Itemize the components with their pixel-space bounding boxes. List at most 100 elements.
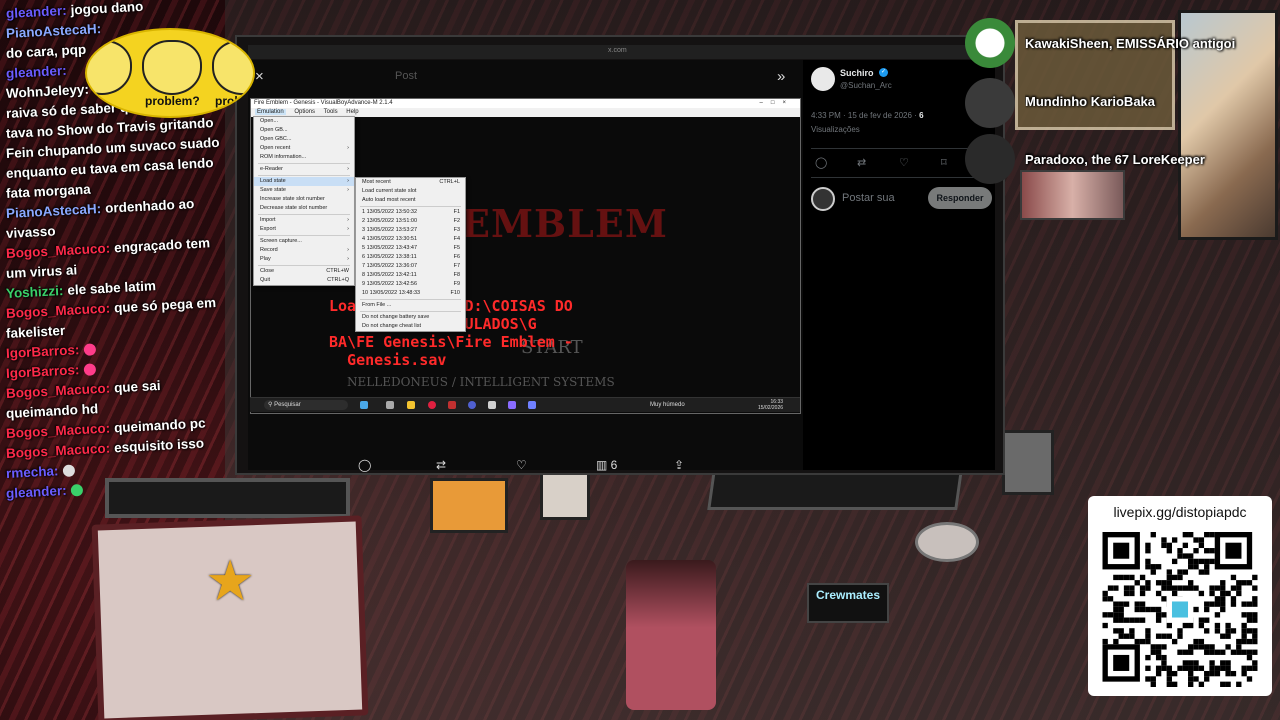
taskbar-search[interactable]: ⚲ Pesquisar	[264, 400, 348, 410]
menu-separator	[360, 299, 461, 300]
bookmark-icon[interactable]: ⌑	[941, 156, 947, 169]
menu-item[interactable]: From File ...	[356, 301, 465, 310]
menu-item[interactable]: Most recent CTRL+L	[356, 178, 465, 187]
menu-item[interactable]: Open...	[254, 117, 354, 126]
avatar[interactable]	[811, 67, 835, 91]
chat-username[interactable]: Bogos_Macuco:	[6, 241, 111, 261]
app-icon-discord[interactable]	[468, 401, 476, 409]
menu-item-shortcut: F4	[453, 236, 460, 242]
retweet-icon[interactable]: ⇄	[436, 458, 446, 472]
share-icon[interactable]: ⇪	[674, 458, 684, 472]
expand-icon[interactable]: »	[777, 68, 785, 85]
menu-item[interactable]: Open GB...	[254, 126, 354, 135]
menu-options[interactable]: Options	[294, 109, 315, 115]
chat-username[interactable]: Bogos_Macuco:	[6, 381, 111, 401]
chat-username[interactable]: Bogos_Macuco:	[6, 441, 111, 461]
menu-item[interactable]: 2 13/05/2022 13:51:00 F2	[356, 217, 465, 226]
app-icon-twitch[interactable]	[508, 401, 516, 409]
chat-username[interactable]: gleander:	[6, 63, 67, 81]
close-icon[interactable]: ×	[255, 68, 264, 85]
menu-item[interactable]: 5 13/05/2022 13:43:47 F5	[356, 244, 465, 253]
chat-username[interactable]: IgorBarros:	[6, 342, 80, 361]
reply-input[interactable]: Postar sua	[842, 192, 895, 204]
menu-tools[interactable]: Tools	[324, 109, 338, 115]
menu-item-label: ROM information...	[260, 154, 307, 160]
menu-item[interactable]: 10 13/05/2022 13:48:33 F10	[356, 289, 465, 298]
menu-item-shortcut: F8	[453, 272, 460, 278]
emote-icon	[70, 484, 83, 498]
menu-item[interactable]: Close CTRL+W	[254, 267, 354, 276]
reply-button[interactable]: Responder	[928, 187, 992, 209]
app-icon-cloud[interactable]	[488, 401, 496, 409]
chat-username[interactable]: Bogos_Macuco:	[6, 301, 111, 321]
menu-item[interactable]: Record ›	[254, 246, 354, 255]
tweet-author-name[interactable]: Suchiro	[840, 68, 874, 78]
taskbar-weather[interactable]: Muy húmedo	[650, 402, 685, 408]
menu-item[interactable]: Quit CTRL+Q	[254, 276, 354, 285]
menu-item[interactable]: 3 13/05/2022 13:53:27 F3	[356, 226, 465, 235]
chat-username[interactable]: PianoAstecaH:	[6, 21, 102, 41]
menu-item[interactable]: 6 13/05/2022 13:38:11 F6	[356, 253, 465, 262]
menu-separator	[360, 206, 461, 207]
like-icon[interactable]: ♡	[516, 458, 527, 472]
menu-item-label: 8 13/05/2022 13:42:11	[362, 272, 417, 278]
retweet-icon[interactable]: ⇄	[857, 156, 866, 169]
menu-item-label: Export	[260, 226, 276, 232]
menu-item[interactable]: Load current state slot	[356, 187, 465, 196]
menu-item[interactable]: 8 13/05/2022 13:42:11 F8	[356, 271, 465, 280]
chat-username[interactable]: Bogos_Macuco:	[6, 421, 111, 441]
tweet-author-handle[interactable]: @Suchan_Arc	[840, 81, 892, 90]
menu-help[interactable]: Help	[346, 109, 358, 115]
chat-username[interactable]: WohnJeleyy:	[6, 82, 90, 101]
menu-item[interactable]: 7 13/05/2022 13:36:07 F7	[356, 262, 465, 271]
chat-username[interactable]: IgorBarros:	[6, 362, 80, 381]
menu-item-label: Screen capture...	[260, 238, 302, 244]
menu-item-label: Increase state slot number	[260, 196, 325, 202]
chat-text: vivasso	[5, 223, 56, 241]
browser-url[interactable]: x.com	[608, 47, 627, 54]
menu-item[interactable]: Play ›	[254, 255, 354, 264]
menu-item[interactable]: Screen capture...	[254, 237, 354, 246]
menu-emulation[interactable]: Emulation	[255, 109, 286, 115]
menu-item[interactable]: 4 13/05/2022 13:30:51 F4	[356, 235, 465, 244]
reply-icon[interactable]: ◯	[815, 156, 827, 169]
views-icon[interactable]: ▥ 6	[596, 458, 617, 472]
menu-item[interactable]: Decrease state slot number	[254, 204, 354, 213]
chat-username[interactable]: rmecha:	[6, 463, 59, 481]
menu-item[interactable]: Do not change cheat list	[356, 322, 465, 331]
menu-item[interactable]: Auto load most recent	[356, 196, 465, 205]
menu-item[interactable]: Import ›	[254, 216, 354, 225]
app-icon-opera[interactable]	[428, 401, 436, 409]
chat-username[interactable]: PianoAstecaH:	[6, 201, 102, 221]
menu-item[interactable]: Load state ›	[254, 177, 354, 186]
menu-item[interactable]: Save state ›	[254, 186, 354, 195]
menu-item[interactable]: Export ›	[254, 225, 354, 234]
chat-username[interactable]: gleander:	[6, 483, 67, 501]
menu-item[interactable]: Open recent ›	[254, 144, 354, 153]
like-icon[interactable]: ♡	[899, 156, 909, 169]
taskbar-clock[interactable]: 16:33 15/02/2026	[758, 399, 783, 411]
window-controls[interactable]: –□×	[760, 99, 794, 108]
app-icon-widgets[interactable]	[360, 401, 368, 409]
reply-icon[interactable]: ◯	[358, 458, 371, 472]
menu-item[interactable]: 1 13/05/2022 13:50:32 F1	[356, 208, 465, 217]
app-icon-emulator[interactable]	[528, 401, 536, 409]
menu-item[interactable]: ROM information...	[254, 153, 354, 162]
menu-separator	[258, 163, 350, 164]
menu-separator	[258, 214, 350, 215]
emote-icon	[83, 343, 96, 357]
app-icon-game[interactable]	[448, 401, 456, 409]
menu-item[interactable]: 9 13/05/2022 13:42:56 F9	[356, 280, 465, 289]
chat-username[interactable]: gleander:	[6, 3, 67, 21]
qr-code-icon[interactable]	[1100, 532, 1260, 687]
menu-item-shortcut: ›	[347, 217, 349, 223]
menu-item[interactable]: Open GBC...	[254, 135, 354, 144]
menu-item-label: 9 13/05/2022 13:42:56	[362, 281, 418, 287]
menu-item[interactable]: Increase state slot number	[254, 195, 354, 204]
menu-item[interactable]: e-Reader ›	[254, 165, 354, 174]
menu-item-shortcut: ›	[347, 256, 349, 262]
menu-item[interactable]: Do not change battery save	[356, 313, 465, 322]
app-icon-explorer[interactable]	[407, 401, 415, 409]
app-icon-task-view[interactable]	[386, 401, 394, 409]
chat-username[interactable]: Yoshizzi:	[6, 283, 64, 301]
